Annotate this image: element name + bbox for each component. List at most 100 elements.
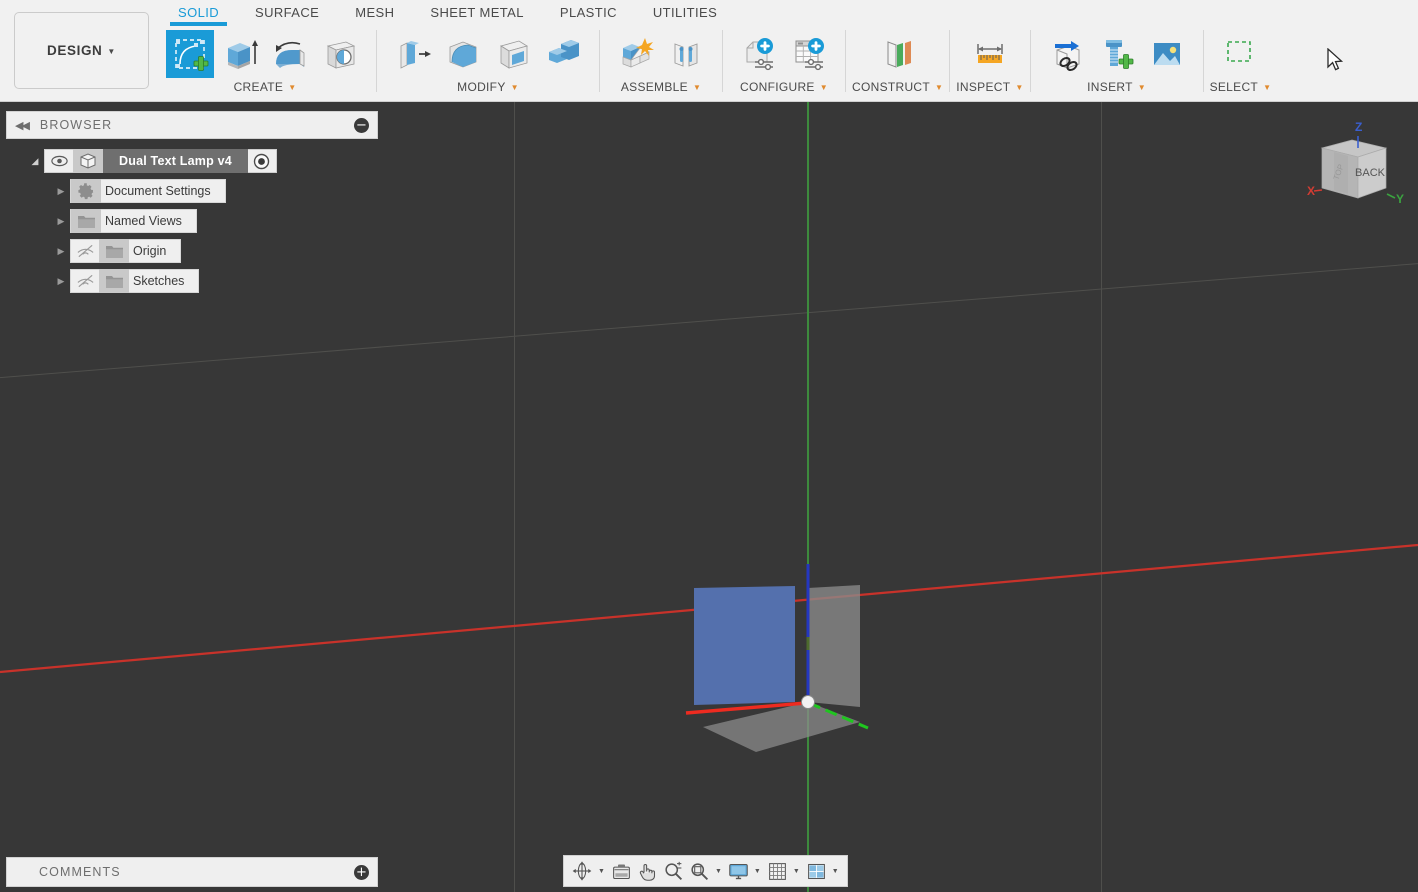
chevron-down-icon: ▼	[107, 47, 116, 56]
chevron-down-icon: ▼	[692, 83, 702, 92]
chevron-down-icon[interactable]: ▼	[832, 868, 839, 875]
panel-divider	[376, 30, 377, 92]
workspace-label: DESIGN	[47, 43, 103, 58]
ribbon-panels: CREATE ▼ MODIFY ▼ ASSEMBLE ▼ CONFIGURE ▼…	[160, 26, 1271, 100]
comments-panel[interactable]: COMMENTS +	[6, 857, 378, 887]
workspace-selector-button[interactable]: DESIGN ▼	[14, 12, 149, 89]
grid-snaps-icon[interactable]	[765, 858, 790, 884]
insert-derive-icon[interactable]	[1043, 30, 1091, 78]
panel-configure-label[interactable]: CONFIGURE ▼	[740, 80, 828, 94]
tab-sheet-metal[interactable]: SHEET METAL	[430, 0, 524, 20]
tree-item-label: Document Settings	[105, 184, 211, 198]
tab-label: SOLID	[178, 5, 220, 20]
tab-label: MESH	[355, 5, 395, 20]
folder-icon	[71, 209, 101, 233]
offset-plane-icon[interactable]	[874, 30, 922, 78]
insert-mcmaster-icon[interactable]	[1093, 30, 1141, 78]
panel-inspect-label[interactable]: INSPECT ▼	[956, 80, 1023, 94]
configure-design-icon[interactable]	[735, 30, 783, 78]
tab-surface[interactable]: SURFACE	[255, 0, 319, 20]
panel-create-label[interactable]: CREATE ▼	[234, 80, 297, 94]
eye-hidden-icon[interactable]	[71, 269, 99, 293]
extrude-icon[interactable]	[216, 30, 264, 78]
expand-triangle-icon[interactable]: ▶	[54, 184, 68, 198]
tab-mesh[interactable]: MESH	[355, 0, 394, 20]
fillet-icon[interactable]	[439, 30, 487, 78]
gear-icon	[71, 179, 101, 203]
chevron-down-icon: ▼	[1137, 83, 1146, 92]
expand-triangle-icon[interactable]: ▶	[54, 274, 68, 288]
origin-point	[801, 695, 815, 709]
press-pull-icon[interactable]	[389, 30, 437, 78]
shell-icon[interactable]	[489, 30, 537, 78]
folder-icon	[99, 239, 129, 263]
select-window-icon[interactable]	[1216, 30, 1264, 78]
radio-active-icon[interactable]	[248, 149, 276, 173]
expand-triangle-icon[interactable]: ▶	[54, 244, 68, 258]
pan-icon[interactable]	[635, 858, 660, 884]
new-component-icon[interactable]	[612, 30, 660, 78]
chevron-down-icon[interactable]: ▼	[598, 868, 605, 875]
eye-hidden-icon[interactable]	[71, 239, 99, 263]
ribbon: DESIGN ▼ SOLID SURFACE MESH SHEET METAL P…	[0, 0, 1418, 102]
view-cube[interactable]: BACK TOP X Y Z	[1300, 118, 1410, 213]
look-at-icon[interactable]	[609, 858, 634, 884]
panel-divider	[722, 30, 723, 92]
tree-item-label: Sketches	[133, 274, 185, 288]
zoom-window-icon[interactable]	[687, 858, 712, 884]
panel-insert-label[interactable]: INSERT ▼	[1087, 80, 1146, 94]
configure-table-icon[interactable]	[785, 30, 833, 78]
eye-icon[interactable]	[45, 149, 73, 173]
panel-select-label[interactable]: SELECT ▼	[1210, 80, 1272, 94]
panel-divider	[599, 30, 600, 92]
chevron-down-icon: ▼	[288, 83, 297, 92]
chevron-down-icon[interactable]: ▼	[793, 868, 800, 875]
tree-chip[interactable]: Named Views	[70, 209, 197, 233]
measure-icon[interactable]	[966, 30, 1014, 78]
panel-create: CREATE ▼	[160, 26, 370, 100]
expand-triangle-icon[interactable]: ◢	[28, 154, 42, 168]
panel-select: SELECT ▼	[1210, 26, 1272, 100]
tab-solid[interactable]: SOLID	[169, 0, 228, 26]
tree-chip[interactable]: Document Settings	[70, 179, 226, 203]
expand-triangle-icon[interactable]: ▶	[54, 214, 68, 228]
collapse-left-icon[interactable]: ◀◀	[15, 119, 30, 132]
tab-plastic[interactable]: PLASTIC	[560, 0, 617, 20]
combine-icon[interactable]	[539, 30, 587, 78]
minus-circle-icon[interactable]: −	[354, 117, 369, 133]
panel-construct: CONSTRUCT ▼	[852, 26, 943, 100]
tree-row-sketches[interactable]: ▶ Sketches	[6, 266, 378, 296]
panel-construct-label[interactable]: CONSTRUCT ▼	[852, 80, 943, 94]
tab-label: SHEET METAL	[430, 5, 524, 20]
hole-icon[interactable]	[316, 30, 364, 78]
tree-chip[interactable]: Dual Text Lamp v4	[44, 149, 277, 173]
tree-row-named-views[interactable]: ▶ Named Views	[6, 206, 378, 236]
plus-circle-icon[interactable]: +	[354, 864, 369, 880]
viewport-layout-icon[interactable]	[804, 858, 829, 884]
tree-chip[interactable]: Origin	[70, 239, 182, 263]
panel-modify-label[interactable]: MODIFY ▼	[457, 80, 519, 94]
chevron-down-icon[interactable]: ▼	[715, 868, 722, 875]
revolve-icon[interactable]	[266, 30, 314, 78]
panel-assemble-label[interactable]: ASSEMBLE ▼	[621, 80, 701, 94]
tree-row-root[interactable]: ◢ Dual Text Lamp v4	[6, 146, 378, 176]
tree-row-document-settings[interactable]: ▶ Document Settings	[6, 176, 378, 206]
ribbon-tabs: SOLID SURFACE MESH SHEET METAL PLASTIC U…	[160, 0, 735, 28]
tree-row-origin[interactable]: ▶ Origin	[6, 236, 378, 266]
insert-canvas-icon[interactable]	[1143, 30, 1191, 78]
panel-divider	[845, 30, 846, 92]
chevron-down-icon: ▼	[819, 83, 828, 92]
panel-modify: MODIFY ▼	[383, 26, 593, 100]
orbit-icon[interactable]	[569, 858, 595, 884]
panel-divider	[949, 30, 951, 92]
create-sketch-icon[interactable]	[166, 30, 214, 78]
display-settings-icon[interactable]	[726, 858, 751, 884]
tab-utilities[interactable]: UTILITIES	[653, 0, 717, 20]
browser-header[interactable]: ◀◀ BROWSER −	[6, 111, 378, 139]
joint-icon[interactable]	[662, 30, 710, 78]
chevron-down-icon[interactable]: ▼	[754, 868, 761, 875]
comments-title: COMMENTS	[39, 865, 121, 879]
viewcube-axis-x: X	[1307, 184, 1315, 198]
tree-chip[interactable]: Sketches	[70, 269, 200, 293]
zoom-icon[interactable]	[661, 858, 686, 884]
